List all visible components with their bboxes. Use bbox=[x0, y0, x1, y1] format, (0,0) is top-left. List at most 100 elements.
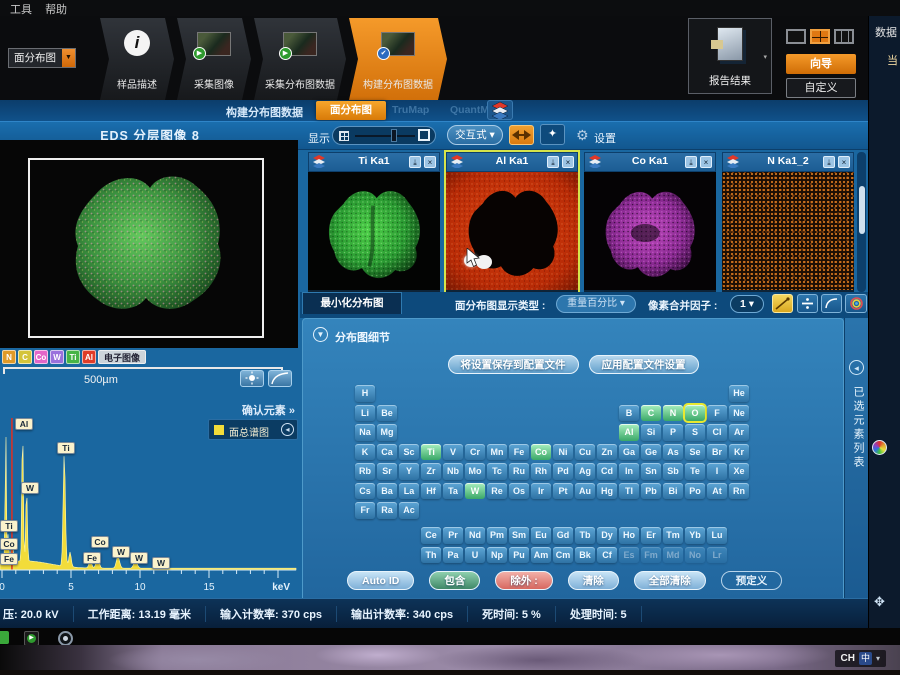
element-br[interactable]: Br bbox=[707, 443, 727, 460]
collapse-section-icon[interactable]: ▼ bbox=[313, 327, 328, 342]
maps-scrollbar[interactable] bbox=[857, 152, 866, 292]
eds-spectrum-chart[interactable]: 0 5 10 15 keV Al W Ti Ti Co Fe Fe Co W W W bbox=[0, 412, 298, 598]
custom-button[interactable]: 自定义 bbox=[786, 78, 856, 98]
action-button-blue-[interactable]: 全部清除 bbox=[633, 571, 706, 590]
element-nd[interactable]: Nd bbox=[465, 527, 485, 544]
workflow-step-1[interactable]: i 样品描述 bbox=[100, 18, 174, 100]
element-bk[interactable]: Bk bbox=[575, 546, 595, 563]
element-rh[interactable]: Rh bbox=[531, 463, 551, 480]
taskbar-play-icon[interactable]: ▶ bbox=[24, 631, 39, 646]
element-tc[interactable]: Tc bbox=[487, 463, 507, 480]
element-pa[interactable]: Pa bbox=[443, 546, 463, 563]
layout-columns-icon[interactable] bbox=[834, 29, 854, 44]
menu-tools[interactable]: 工具 bbox=[10, 0, 32, 17]
element-sm[interactable]: Sm bbox=[509, 527, 529, 544]
settings-label[interactable]: 设置 bbox=[594, 130, 616, 146]
element-ag[interactable]: Ag bbox=[575, 463, 595, 480]
element-se[interactable]: Se bbox=[685, 443, 705, 460]
element-pm[interactable]: Pm bbox=[487, 527, 507, 544]
export-icon[interactable]: ⤓ bbox=[547, 156, 559, 168]
element-rn[interactable]: Rn bbox=[729, 482, 749, 499]
report-results-button[interactable]: ▾ 报告结果 bbox=[688, 18, 772, 94]
element-b[interactable]: B bbox=[619, 404, 639, 421]
slider-track[interactable] bbox=[355, 135, 415, 137]
element-es[interactable]: Es bbox=[619, 546, 639, 563]
map-card-ti[interactable]: Ti Ka1 ⤓ × bbox=[308, 152, 440, 292]
element-pb[interactable]: Pb bbox=[641, 482, 661, 499]
element-c[interactable]: C bbox=[641, 404, 661, 421]
element-tl[interactable]: Tl bbox=[619, 482, 639, 499]
element-si[interactable]: Si bbox=[641, 424, 661, 441]
workflow-step-3[interactable]: ▶ 采集分布图数据 bbox=[254, 18, 346, 100]
element-lu[interactable]: Lu bbox=[707, 527, 727, 544]
map-card-al[interactable]: Al Ka1 ⤓ × bbox=[444, 150, 580, 294]
element-tm[interactable]: Tm bbox=[663, 527, 683, 544]
element-pt[interactable]: Pt bbox=[553, 482, 573, 499]
close-icon[interactable]: × bbox=[424, 156, 436, 168]
map-card-n[interactable]: N Ka1_2 ⤓ × bbox=[722, 152, 854, 292]
element-f[interactable]: F bbox=[707, 404, 727, 421]
interactive-mode-dropdown[interactable]: 交互式 ▾ bbox=[447, 125, 503, 145]
element-al[interactable]: Al bbox=[619, 424, 639, 441]
element-cf[interactable]: Cf bbox=[597, 546, 617, 563]
mode-select-dropdown[interactable]: 面分布图 ▼ bbox=[8, 48, 76, 68]
element-w[interactable]: W bbox=[465, 482, 485, 499]
menu-help[interactable]: 帮助 bbox=[45, 0, 67, 17]
element-te[interactable]: Te bbox=[685, 463, 705, 480]
element-po[interactable]: Po bbox=[685, 482, 705, 499]
element-eu[interactable]: Eu bbox=[531, 527, 551, 544]
element-ir[interactable]: Ir bbox=[531, 482, 551, 499]
scale-edit-icon[interactable] bbox=[772, 294, 793, 313]
element-sb[interactable]: Sb bbox=[663, 463, 683, 480]
element-in[interactable]: In bbox=[619, 463, 639, 480]
element-cm[interactable]: Cm bbox=[553, 546, 573, 563]
element-yb[interactable]: Yb bbox=[685, 527, 705, 544]
element-sr[interactable]: Sr bbox=[377, 463, 397, 480]
action-button-blue-[interactable]: 清除 bbox=[567, 571, 619, 590]
curve-icon[interactable] bbox=[821, 294, 842, 313]
brightness-icon[interactable]: ✦ bbox=[540, 124, 565, 145]
ime-icon[interactable]: 中 bbox=[858, 652, 872, 665]
expand-drawer-icon[interactable]: ◂ bbox=[849, 360, 864, 375]
element-gd[interactable]: Gd bbox=[553, 527, 573, 544]
element-er[interactable]: Er bbox=[641, 527, 661, 544]
element-u[interactable]: U bbox=[465, 546, 485, 563]
layers-icon[interactable] bbox=[487, 100, 513, 121]
element-cr[interactable]: Cr bbox=[465, 443, 485, 460]
map-image-ti[interactable] bbox=[308, 172, 440, 290]
action-button-ghost-[interactable]: 预定义 bbox=[720, 571, 783, 590]
wizard-button[interactable]: 向导 bbox=[786, 54, 856, 74]
tray-more-icon[interactable]: ▾ bbox=[876, 654, 880, 663]
element-li[interactable]: Li bbox=[355, 404, 375, 421]
element-cu[interactable]: Cu bbox=[575, 443, 595, 460]
element-os[interactable]: Os bbox=[509, 482, 529, 499]
save-profile-button[interactable]: 将设置保存到配置文件 bbox=[447, 355, 579, 374]
element-th[interactable]: Th bbox=[421, 546, 441, 563]
element-mn[interactable]: Mn bbox=[487, 443, 507, 460]
element-be[interactable]: Be bbox=[377, 404, 397, 421]
layer-chip-w[interactable]: W bbox=[50, 350, 64, 364]
element-ce[interactable]: Ce bbox=[421, 527, 441, 544]
element-n[interactable]: N bbox=[663, 404, 683, 421]
slider-handle[interactable] bbox=[391, 129, 397, 142]
element-na[interactable]: Na bbox=[355, 424, 375, 441]
colormap-icon[interactable] bbox=[845, 294, 867, 313]
element-ga[interactable]: Ga bbox=[619, 443, 639, 460]
element-s[interactable]: S bbox=[685, 424, 705, 441]
tab-build-map-data[interactable]: 构建分布图数据 bbox=[226, 104, 303, 120]
element-h[interactable]: H bbox=[355, 385, 375, 402]
element-am[interactable]: Am bbox=[531, 546, 551, 563]
close-icon[interactable]: × bbox=[838, 156, 850, 168]
element-la[interactable]: La bbox=[399, 482, 419, 499]
display-type-dropdown[interactable]: 重量百分比 ▾ bbox=[556, 295, 636, 313]
element-nb[interactable]: Nb bbox=[443, 463, 463, 480]
action-button-blue-autoid[interactable]: Auto ID bbox=[347, 571, 415, 590]
layer-chip-co[interactable]: Co bbox=[34, 350, 48, 364]
element-np[interactable]: Np bbox=[487, 546, 507, 563]
layer-chip-al[interactable]: Al bbox=[82, 350, 96, 364]
gamma-curve-icon[interactable] bbox=[268, 370, 292, 387]
element-ti[interactable]: Ti bbox=[421, 443, 441, 460]
element-zr[interactable]: Zr bbox=[421, 463, 441, 480]
element-zn[interactable]: Zn bbox=[597, 443, 617, 460]
export-icon[interactable]: ⤓ bbox=[409, 156, 421, 168]
